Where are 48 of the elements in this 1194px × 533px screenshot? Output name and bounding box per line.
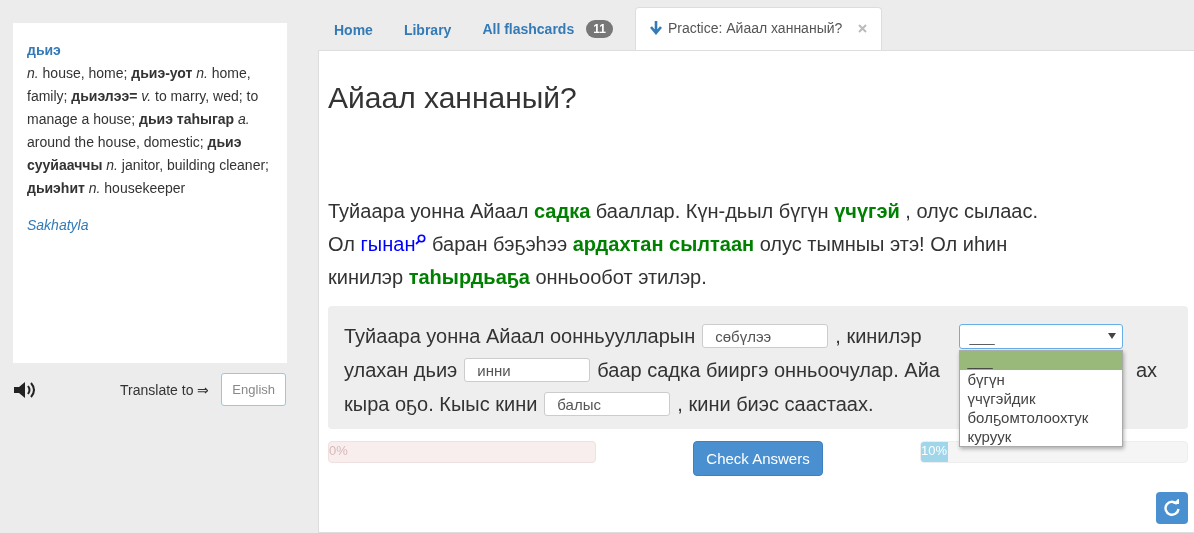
progress-reading: 10% — [921, 443, 948, 458]
exercise-text: улахан дьиэ — [344, 358, 458, 382]
check-answers-button[interactable]: Check Answers — [693, 441, 823, 476]
tab[interactable]: All flashcards 11 — [467, 7, 629, 50]
page-title: Айаал ханнаный? — [328, 81, 578, 115]
tab[interactable]: Library — [388, 9, 468, 50]
exercise-text: , кинилэр — [835, 324, 922, 348]
vocabulary-word[interactable]: үчүгэй — [834, 200, 900, 222]
tab[interactable]: Home — [319, 9, 389, 50]
definition-text: n. house, home; дьиэ-уот n. home, family; дьиэлээ= v. to marry, wed; to manage a house; дьиэ таһыгар a. around the house, domestic; дьиэ сууйааччы n. janitor, building cleaner; дьиэһит n. housekeeper — [27, 64, 270, 198]
translate-label: Translate to ⇒ — [120, 381, 210, 398]
speaker-icon[interactable] — [13, 380, 37, 399]
vocabulary-word[interactable]: таһырдьаҕа — [408, 266, 530, 288]
story-text: , олус сылаас. — [905, 200, 1038, 222]
exercise-text: , кини биэс саастаах. — [677, 392, 874, 416]
dropdown-option[interactable]: бүгүн — [959, 369, 1122, 389]
download-arrow-icon — [649, 21, 662, 35]
caret-icon — [1107, 333, 1116, 339]
dropdown-option[interactable]: ___ — [959, 350, 1122, 370]
dropdown-option[interactable]: болҕомтолоохтук — [959, 407, 1122, 427]
answer-field[interactable]: инни — [464, 358, 591, 382]
reload-button[interactable] — [1156, 492, 1188, 524]
exercise-text: кыра оҕо. Кыыс кини — [344, 392, 538, 416]
exercise-text: ах — [1136, 358, 1158, 382]
story-text: баран бэҕэһээ — [432, 233, 568, 255]
story-text: онньообот этилэр. — [535, 266, 707, 288]
answer-dropdown[interactable]: ___ — [958, 323, 1123, 349]
language-button[interactable]: English — [221, 373, 286, 406]
story-text: бааллар. Күн-дьыл бүгүн — [595, 200, 829, 222]
exercise-text: Туйаара уонна Айаал оонньуулларын — [344, 324, 696, 348]
answer-field[interactable]: сөбүлээ — [702, 324, 829, 348]
count-badge: 11 — [586, 20, 613, 38]
exercise-text: баар садка бииргэ онньоочулар. Айа — [597, 358, 940, 382]
tab[interactable]: Practice: Айаал ханнаный? — [634, 7, 883, 50]
dropdown-option[interactable]: куруук — [959, 426, 1122, 446]
story-text: олус тымныы этэ! Ол иһин — [759, 233, 1008, 255]
lookup-link[interactable]: гынан — [360, 233, 427, 255]
story-text: Ол — [328, 233, 355, 255]
story-text: кинилэр — [328, 266, 404, 288]
dropdown-option[interactable]: үчүгэйдик — [959, 388, 1122, 408]
vocabulary-word[interactable]: ардахтан сылтаан — [572, 233, 755, 255]
refresh-icon — [1163, 499, 1181, 517]
search-icon[interactable] — [415, 234, 427, 245]
vocabulary-word[interactable]: садка — [533, 200, 591, 222]
headword: дьиэ — [27, 41, 62, 60]
answer-field[interactable]: балыс — [544, 392, 671, 416]
source-link[interactable]: Sakhatyla — [27, 214, 273, 237]
story-text: Туйаара уонна Айаал — [328, 200, 529, 222]
